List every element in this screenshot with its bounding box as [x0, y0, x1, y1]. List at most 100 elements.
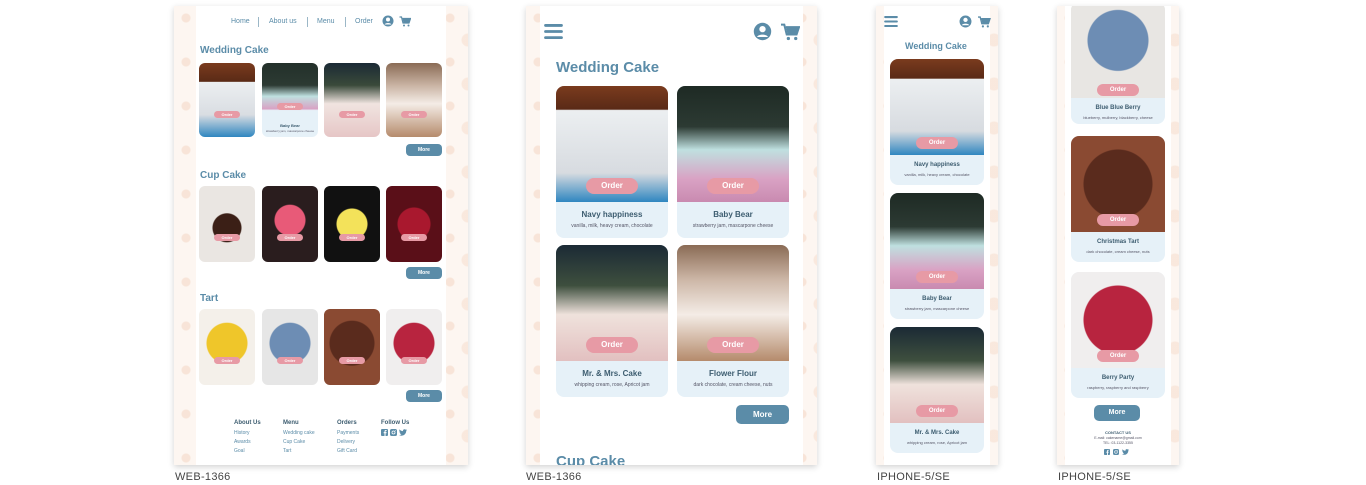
order-button[interactable]: Order: [214, 357, 240, 364]
instagram-icon[interactable]: [390, 429, 397, 436]
section-title-wedding: Wedding Cake: [905, 41, 967, 51]
order-button[interactable]: Order: [214, 111, 240, 118]
user-icon[interactable]: [753, 22, 772, 41]
more-button-wedding[interactable]: More: [406, 144, 442, 156]
nav-about[interactable]: About us: [269, 18, 297, 25]
order-button[interactable]: Order: [586, 337, 638, 353]
order-button[interactable]: Order: [916, 137, 958, 149]
product-card-mrs[interactable]: Order Mr. & Mrs. Cake whipping cream, ro…: [890, 327, 984, 453]
order-button[interactable]: Order: [1097, 214, 1139, 226]
nav-order[interactable]: Order: [355, 18, 373, 25]
order-button[interactable]: Order: [339, 357, 365, 364]
tart-thumb-xmas[interactable]: Order: [324, 309, 380, 385]
card-name: Navy happiness: [581, 210, 643, 219]
card-desc: strawberry jam, mascarpone cheese: [904, 306, 970, 311]
product-card-mrs[interactable]: Order Mr. & Mrs. Cake whipping cream, ro…: [556, 245, 668, 397]
order-button[interactable]: Order: [277, 103, 303, 110]
twitter-icon[interactable]: [1122, 449, 1129, 455]
nav-divider: [307, 17, 308, 27]
cake-thumb-bear[interactable]: Order Baby Bear strawberry jam, mascarpo…: [262, 63, 318, 137]
card-name: Mr. & Mrs. Cake: [914, 430, 960, 436]
card-desc: vanilla, milk, heavy cream, chocolate: [571, 223, 653, 229]
card-desc: vanilla, milk, heavy cream, chocolate: [904, 172, 970, 177]
product-card-bear[interactable]: Order Baby Bear strawberry jam, mascarpo…: [890, 193, 984, 319]
more-button-wedding[interactable]: More: [736, 405, 789, 424]
cupcake-thumb-1[interactable]: Order: [199, 186, 255, 262]
order-button[interactable]: Order: [1097, 84, 1139, 96]
facebook-icon[interactable]: [381, 429, 388, 436]
card-desc: whipping cream, rose, Apricot jam: [574, 382, 650, 388]
more-button-cupcake[interactable]: More: [406, 267, 442, 279]
footer-link[interactable]: Gift Card: [337, 448, 359, 454]
footer-link[interactable]: Goal: [234, 448, 261, 454]
menu-icon[interactable]: [884, 16, 898, 27]
order-button[interactable]: Order: [277, 234, 303, 241]
cupcake-thumb-3[interactable]: Order: [324, 186, 380, 262]
product-card-xmas[interactable]: Order Christmas Tart dark chocolate, cre…: [1071, 136, 1165, 262]
footer-link[interactable]: Payments: [337, 430, 359, 436]
order-button[interactable]: Order: [707, 178, 759, 194]
section-title-cupcake: Cup Cake: [556, 453, 626, 465]
cake-thumb-navy[interactable]: Order: [199, 63, 255, 137]
user-icon[interactable]: [382, 15, 394, 27]
nav-home[interactable]: Home: [231, 18, 250, 25]
tart-thumb-blueberry[interactable]: Order: [262, 309, 318, 385]
order-button[interactable]: Order: [401, 234, 427, 241]
menu-icon[interactable]: [544, 24, 563, 39]
more-button-tart[interactable]: More: [406, 390, 442, 402]
cart-icon[interactable]: [977, 16, 991, 28]
order-button[interactable]: Order: [277, 357, 303, 364]
frame-label: WEB-1366: [526, 471, 582, 483]
order-button[interactable]: Order: [214, 234, 240, 241]
card-name: Baby Bear: [922, 296, 952, 302]
instagram-icon[interactable]: [1113, 449, 1119, 455]
product-card-navy[interactable]: Order Navy happiness vanilla, milk, heav…: [890, 59, 984, 185]
facebook-icon[interactable]: [1104, 449, 1110, 455]
footer-link[interactable]: Wedding cake: [283, 430, 315, 436]
tart-thumb-lemon[interactable]: Order: [199, 309, 255, 385]
footer-link[interactable]: History: [234, 430, 261, 436]
order-button[interactable]: Order: [916, 405, 958, 417]
footer-heading: Follow Us: [381, 420, 410, 426]
order-button[interactable]: Order: [401, 111, 427, 118]
card-desc: strawberry jam, mascarpone cheese: [692, 223, 774, 229]
product-card-blueberry[interactable]: Order Blue Blue Berry blueberry, mulberr…: [1071, 6, 1165, 124]
order-button[interactable]: Order: [401, 357, 427, 364]
card-name: Blue Blue Berry: [1095, 105, 1141, 111]
product-card-berry[interactable]: Order Berry Party raspberry, raspberry a…: [1071, 272, 1165, 398]
section-title-tart: Tart: [200, 293, 219, 304]
nav-menu[interactable]: Menu: [317, 18, 335, 25]
order-button[interactable]: Order: [339, 111, 365, 118]
contact-title: CONTACT US: [1105, 430, 1131, 435]
product-card-bear[interactable]: Order Baby Bear strawberry jam, mascarpo…: [677, 86, 789, 238]
contact-email: E-mail: cakename@gmail.com: [1094, 436, 1142, 440]
order-button[interactable]: Order: [339, 234, 365, 241]
cupcake-thumb-2[interactable]: Order: [262, 186, 318, 262]
user-icon[interactable]: [959, 15, 972, 28]
card-desc: raspberry, raspberry and raspberry: [1087, 385, 1149, 390]
more-button-tart[interactable]: More: [1094, 405, 1140, 421]
order-button[interactable]: Order: [586, 178, 638, 194]
twitter-icon[interactable]: [399, 429, 407, 436]
footer-about: About Us History Awards Goal: [234, 420, 261, 457]
card-name: Flower Flour: [709, 369, 757, 378]
order-button[interactable]: Order: [916, 271, 958, 283]
product-card-flower[interactable]: Order Flower Flour dark chocolate, cream…: [677, 245, 789, 397]
footer-link[interactable]: Awards: [234, 439, 261, 445]
card-desc: dark chocolate, cream cheese, nuts: [693, 382, 773, 388]
footer-link[interactable]: Delivery: [337, 439, 359, 445]
frame-iphone-tart: Order Blue Blue Berry blueberry, mulberr…: [1057, 6, 1179, 465]
footer-link[interactable]: Tart: [283, 448, 315, 454]
cake-thumb-mrs[interactable]: Order: [324, 63, 380, 137]
footer-link[interactable]: Cup Cake: [283, 439, 315, 445]
order-button[interactable]: Order: [707, 337, 759, 353]
order-button[interactable]: Order: [1097, 350, 1139, 362]
cart-icon[interactable]: [780, 23, 800, 41]
section-title-wedding: Wedding Cake: [200, 45, 269, 56]
frame-label: IPHONE-5/SE: [877, 471, 950, 483]
cart-icon[interactable]: [399, 16, 411, 27]
cake-thumb-flower[interactable]: Order: [386, 63, 442, 137]
cupcake-thumb-4[interactable]: Order: [386, 186, 442, 262]
product-card-navy[interactable]: Order Navy happiness vanilla, milk, heav…: [556, 86, 668, 238]
tart-thumb-berry[interactable]: Order: [386, 309, 442, 385]
